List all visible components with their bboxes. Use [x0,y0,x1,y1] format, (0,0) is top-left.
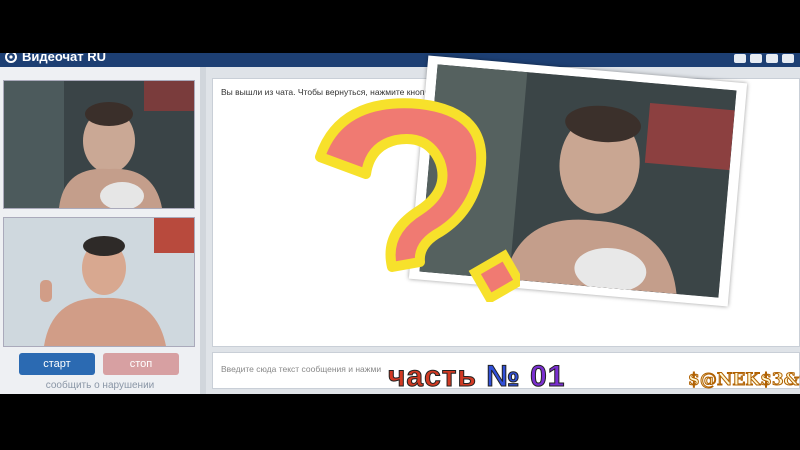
top-button[interactable] [782,54,794,63]
panel-divider[interactable] [200,67,206,394]
app-title: Видеочат RU [22,53,107,64]
top-button[interactable] [734,54,746,63]
question-mark-icon [315,98,520,302]
top-button[interactable] [750,54,762,63]
left-panel: старт стоп сообщить о нарушении [0,67,200,394]
logo-icon [5,53,17,63]
watermark-signature: $@NEK$3&9 [688,370,800,391]
remote-video [3,80,195,209]
top-buttons [734,54,794,63]
start-button[interactable]: старт [19,353,95,375]
local-video-image [4,218,194,346]
episode-number: 01 [530,360,566,394]
episode-title: часть № 01 [388,360,565,394]
remote-video-image [4,81,194,208]
brand: Видеочат RU [4,53,106,64]
episode-title-word: часть [388,360,477,394]
local-video [3,217,195,347]
message-input-placeholder: Введите сюда текст сообщения и нажми [221,364,382,374]
stop-button[interactable]: стоп [103,353,179,375]
top-bar: Видеочат RU [0,53,800,67]
episode-number-sign: № [486,360,521,394]
report-link[interactable]: сообщить о нарушении [0,380,200,391]
top-button[interactable] [766,54,778,63]
